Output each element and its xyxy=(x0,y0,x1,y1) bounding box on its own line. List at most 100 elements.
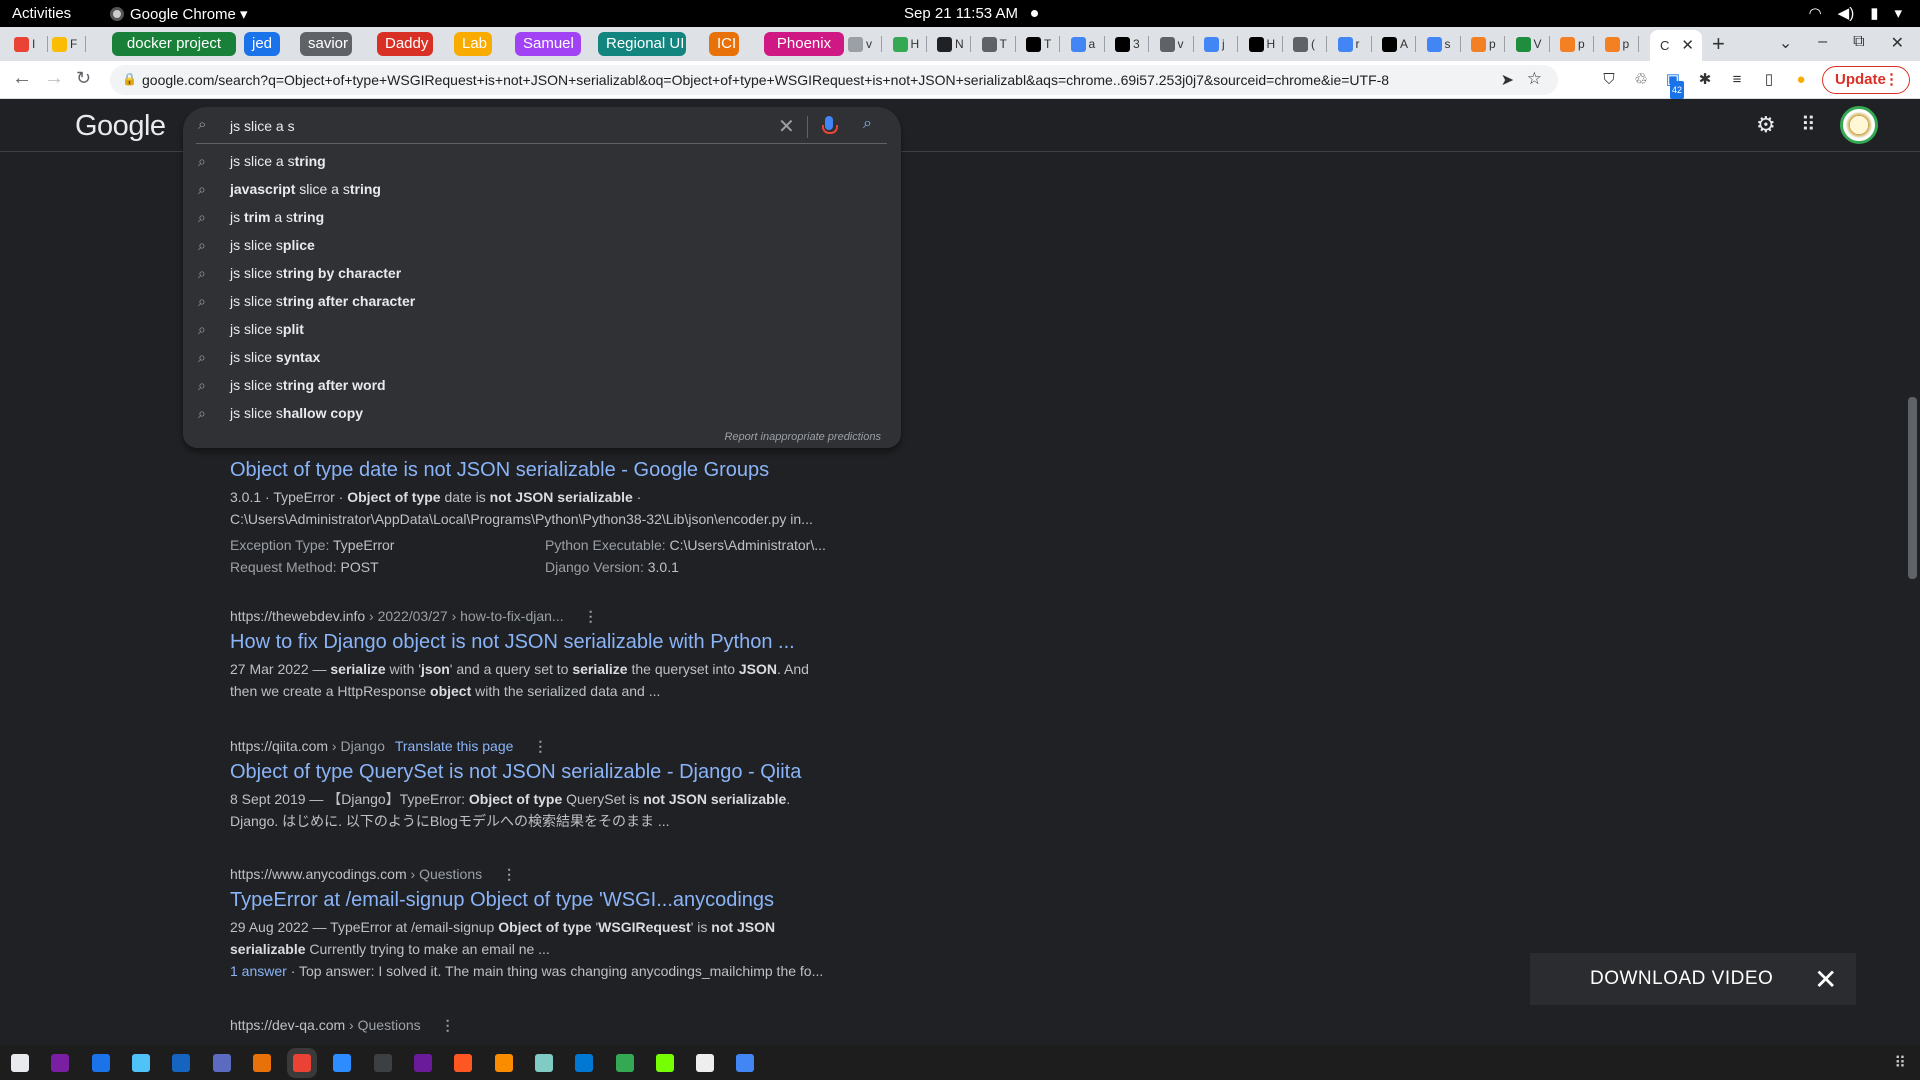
tab-search-icon[interactable]: ⌄ xyxy=(1779,33,1792,53)
activities-button[interactable]: Activities xyxy=(12,5,71,22)
browser-tab[interactable]: 3 xyxy=(1115,33,1149,55)
close-overlay-icon[interactable]: ✕ xyxy=(1814,963,1838,996)
search-submit-icon[interactable]: ⌕ xyxy=(863,115,872,133)
clear-search-icon[interactable]: ✕ xyxy=(778,114,795,139)
show-apps-icon[interactable]: ⠿ xyxy=(1894,1053,1906,1073)
browser-tab[interactable]: p xyxy=(1560,33,1594,55)
new-tab-button[interactable]: + xyxy=(1712,31,1725,57)
more-menu-icon[interactable]: ⋮ xyxy=(1884,67,1899,93)
update-button[interactable]: Update ⋮ xyxy=(1822,66,1910,94)
close-window-icon[interactable]: ✕ xyxy=(1891,33,1904,53)
vscode-icon[interactable] xyxy=(575,1054,594,1072)
search-suggestion[interactable]: ⌕ javascript slice a string xyxy=(183,175,901,203)
network-icon[interactable] xyxy=(736,1054,755,1072)
app-menu[interactable]: Google Chrome ▾ xyxy=(110,5,248,23)
camera-icon[interactable] xyxy=(454,1054,473,1072)
zoom-icon[interactable] xyxy=(333,1054,352,1072)
tab-group-jed[interactable]: jed xyxy=(244,32,280,56)
tab-group-samuel[interactable]: Samuel xyxy=(515,32,581,56)
address-bar[interactable]: 🔒 google.com/search?q=Object+of+type+WSG… xyxy=(110,65,1558,95)
google-logo[interactable]: Google xyxy=(75,110,166,143)
apps-grid-icon[interactable]: ⠿ xyxy=(1801,112,1816,137)
download-video-overlay[interactable]: DOWNLOAD VIDEO ✕ xyxy=(1530,953,1856,1005)
browser-tab[interactable]: r xyxy=(1337,33,1372,55)
qbittorrent-icon[interactable] xyxy=(655,1054,674,1072)
browser-tab[interactable]: a xyxy=(1070,33,1105,55)
browser-tab[interactable]: H xyxy=(1248,33,1283,55)
browser-tab[interactable]: V xyxy=(1515,33,1550,55)
page-scrollbar[interactable] xyxy=(1905,152,1920,1045)
tab-group-docker-project[interactable]: docker project xyxy=(112,32,236,56)
browser-tab[interactable]: N xyxy=(937,33,971,55)
tab-group-regional-ui[interactable]: Regional UI xyxy=(598,32,686,56)
tab-group-phoenix[interactable]: Phoenix xyxy=(764,32,844,56)
browser-tab[interactable]: v xyxy=(848,33,882,55)
result-menu-icon[interactable]: ⋮ xyxy=(502,866,516,883)
software-icon[interactable] xyxy=(252,1054,271,1072)
browser-tab[interactable]: ( xyxy=(1293,33,1327,55)
browser-tab[interactable]: p xyxy=(1471,33,1505,55)
text-editor-icon[interactable] xyxy=(172,1054,191,1072)
voice-search-icon[interactable] xyxy=(822,116,838,134)
result-url[interactable]: https://www.anycodings.com xyxy=(230,866,407,882)
search-suggestion[interactable]: ⌕ js slice string after word xyxy=(183,371,901,399)
answers-link[interactable]: 1 answer xyxy=(230,963,287,979)
disk-icon[interactable] xyxy=(534,1054,553,1072)
spreadsheet-icon[interactable] xyxy=(615,1054,634,1072)
browser-tab[interactable]: T xyxy=(981,33,1016,55)
profile-icon[interactable]: ● xyxy=(1792,71,1810,89)
active-tab[interactable]: C ✕ xyxy=(1650,30,1702,61)
tab-group-lab[interactable]: Lab xyxy=(454,32,492,56)
result-title[interactable]: How to fix Django object is not JSON ser… xyxy=(230,631,830,654)
translate-link[interactable]: Translate this page xyxy=(395,738,514,754)
search-suggestion[interactable]: ⌕ js trim a string xyxy=(183,203,901,231)
result-url[interactable]: https://thewebdev.info xyxy=(230,608,365,624)
browser-tab[interactable]: v xyxy=(1159,33,1194,55)
system-tray[interactable]: ◠ ◀) ▮ ▾ xyxy=(1809,4,1902,22)
result-title[interactable]: Object of type QuerySet is not JSON seri… xyxy=(230,761,830,784)
result-menu-icon[interactable]: ⋮ xyxy=(533,738,547,755)
lock-icon[interactable]: 🔒 xyxy=(122,72,137,86)
pinned-tab[interactable]: I xyxy=(14,33,48,55)
browser-tab[interactable]: j xyxy=(1204,33,1238,55)
back-icon[interactable]: ← xyxy=(12,67,32,90)
browser-tab[interactable]: s xyxy=(1426,33,1461,55)
search-suggestion[interactable]: ⌕ js slice split xyxy=(183,315,901,343)
app-icon[interactable] xyxy=(51,1054,70,1072)
thunderbird-icon[interactable] xyxy=(131,1054,150,1072)
inkscape-icon[interactable] xyxy=(414,1054,432,1072)
close-tab-icon[interactable]: ✕ xyxy=(1681,36,1694,54)
minimize-icon[interactable]: – xyxy=(1818,33,1827,53)
side-panel-icon[interactable]: ▯ xyxy=(1760,71,1778,89)
search-input[interactable]: js slice a s xyxy=(230,118,295,134)
extension-shield-icon[interactable]: ⛉ xyxy=(1600,71,1618,89)
browser-tab[interactable]: T xyxy=(1026,33,1060,55)
result-menu-icon[interactable]: ⋮ xyxy=(441,1017,455,1034)
terminal-icon[interactable] xyxy=(373,1054,392,1072)
vim-icon[interactable] xyxy=(696,1054,715,1072)
reading-list-icon[interactable]: ≡ xyxy=(1728,71,1746,89)
reload-icon[interactable]: ↻ xyxy=(76,68,91,89)
files-icon[interactable] xyxy=(11,1054,29,1072)
chrome-icon[interactable] xyxy=(293,1054,312,1072)
browser-tab[interactable]: p xyxy=(1604,33,1639,55)
extension-recycle-icon[interactable]: ♲ xyxy=(1632,71,1650,89)
account-avatar[interactable] xyxy=(1840,106,1878,144)
result-title[interactable]: Object of type date is not JSON serializ… xyxy=(230,459,830,482)
extension-badge-icon[interactable]: ▣ 42 xyxy=(1664,71,1685,99)
clock[interactable]: Sep 21 11:53 AM xyxy=(904,5,1018,22)
browser-tab[interactable]: H xyxy=(892,33,927,55)
result-url[interactable]: https://dev-qa.com xyxy=(230,1017,345,1033)
search-suggestion[interactable]: ⌕ js slice string after character xyxy=(183,287,901,315)
result-url[interactable]: https://qiita.com xyxy=(230,738,328,754)
search-suggestion[interactable]: ⌕ js slice a string xyxy=(183,147,901,175)
settings-gear-icon[interactable]: ⚙ xyxy=(1756,112,1776,138)
search-suggestion[interactable]: ⌕ js slice string by character xyxy=(183,259,901,287)
tab-group-ici[interactable]: ICI xyxy=(709,32,739,56)
send-icon[interactable]: ➤ xyxy=(1501,70,1514,90)
result-title[interactable]: TypeError at /email-signup Object of typ… xyxy=(230,889,830,912)
search-suggestion[interactable]: ⌕ js slice shallow copy xyxy=(183,399,901,427)
forward-icon[interactable]: → xyxy=(44,67,64,90)
extensions-puzzle-icon[interactable]: ✱ xyxy=(1696,71,1714,89)
tab-group-savior[interactable]: savior xyxy=(300,32,352,56)
